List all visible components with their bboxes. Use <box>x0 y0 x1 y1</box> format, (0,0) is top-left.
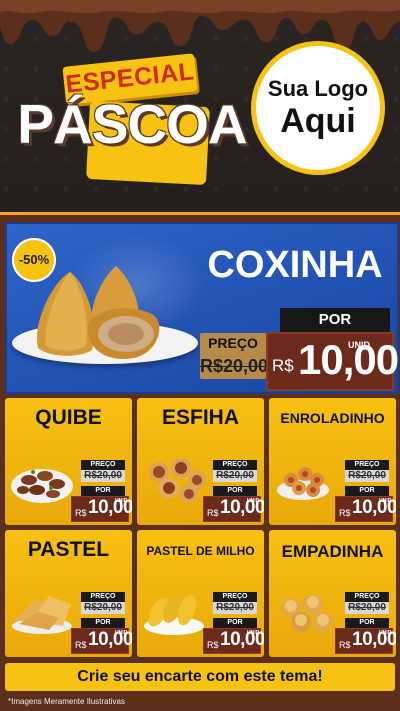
unit-label: UNID <box>379 498 392 504</box>
preco-label: PREÇO <box>213 460 257 470</box>
por-label: POR <box>213 618 257 628</box>
preco-label: PREÇO <box>81 592 125 602</box>
quibe-image <box>11 469 73 503</box>
old-price: R$20,00 <box>213 602 257 614</box>
product-card-esfiha: ESFIHA PREÇO R$20,00 POR R$ 10,00 UNID <box>137 398 264 525</box>
currency-symbol: R$ <box>339 508 351 518</box>
old-price: R$20,00 <box>81 602 125 614</box>
unit-label: UNID <box>379 630 392 636</box>
old-price: R$20,00 <box>200 356 269 376</box>
logo-line-1: Sua Logo <box>267 76 369 101</box>
product-title: EMPADINHA <box>281 542 384 561</box>
featured-product-title: COXINHA <box>207 244 383 286</box>
product-title: QUIBE <box>35 406 102 429</box>
old-price: R$20,00 <box>81 470 125 482</box>
preco-label: PREÇO <box>345 592 389 602</box>
por-label: POR <box>345 618 389 628</box>
por-label: POR <box>81 618 125 628</box>
unit-label: UNID <box>247 630 260 636</box>
pastel-de-milho-image <box>144 593 204 635</box>
logo-placeholder: Sua Logo Aqui <box>256 46 380 170</box>
preco-label: PREÇO <box>81 460 125 470</box>
product-card-quibe: QUIBE PREÇO R$20,00 POR R$ 10,00 UNID <box>5 398 132 525</box>
currency-symbol: R$ <box>272 356 294 375</box>
por-label: POR <box>81 486 125 496</box>
product-title: ESFIHA <box>161 406 239 429</box>
product-card-empadinha: EMPADINHA PREÇO R$20,00 POR R$ 10,00 UNI… <box>269 530 396 657</box>
product-title: PASTEL DE MILHO <box>146 544 255 558</box>
unit-label: UNID <box>115 630 128 636</box>
currency-symbol: R$ <box>207 508 219 518</box>
por-label: POR <box>280 308 390 332</box>
empadinha-image <box>281 594 333 632</box>
currency-symbol: R$ <box>207 640 219 650</box>
currency-symbol: R$ <box>339 640 351 650</box>
old-price: R$20,00 <box>213 470 257 482</box>
preco-label: PREÇO <box>208 335 258 351</box>
discount-badge: -50% <box>12 238 56 282</box>
old-price: R$20,00 <box>345 470 389 482</box>
coxinha-image <box>36 266 160 359</box>
currency-symbol: R$ <box>75 640 87 650</box>
por-label: POR <box>213 486 257 496</box>
unit-label: UNID <box>115 498 128 504</box>
product-title: PASTEL <box>27 538 110 561</box>
page-title: PÁSCOA <box>17 93 247 155</box>
currency-symbol: R$ <box>75 508 87 518</box>
por-label: POR <box>345 486 389 496</box>
preco-label: PREÇO <box>213 592 257 602</box>
preco-label: PREÇO <box>345 460 389 470</box>
old-price: R$20,00 <box>345 602 389 614</box>
product-card-enroladinho: ENROLADINHO PREÇO R$20,00 POR R$ 10,00 U… <box>269 398 396 525</box>
enroladinho-image <box>277 467 329 500</box>
pastel-image <box>12 596 72 634</box>
unit-label: UNID <box>247 498 260 504</box>
esfiha-image <box>149 458 206 503</box>
logo-line-2: Aqui <box>280 102 356 140</box>
product-card-pastel-de-milho: PASTEL DE MILHO PREÇO R$20,00 POR R$ 10,… <box>137 530 264 657</box>
product-title: ENROLADINHO <box>280 410 385 426</box>
disclaimer-note: *Imagens Meramente Ilustrativas <box>8 697 125 706</box>
cta-banner: Crie seu encarte com este tema! <box>5 663 395 691</box>
price-value: 10,00 <box>298 336 399 383</box>
product-card-pastel: PASTEL PREÇO R$20,00 POR R$ 10,00 UNID <box>5 530 132 657</box>
flyer: ESPECIAL PÁSCOA Sua Logo Aqui -50% COXIN… <box>0 0 400 711</box>
